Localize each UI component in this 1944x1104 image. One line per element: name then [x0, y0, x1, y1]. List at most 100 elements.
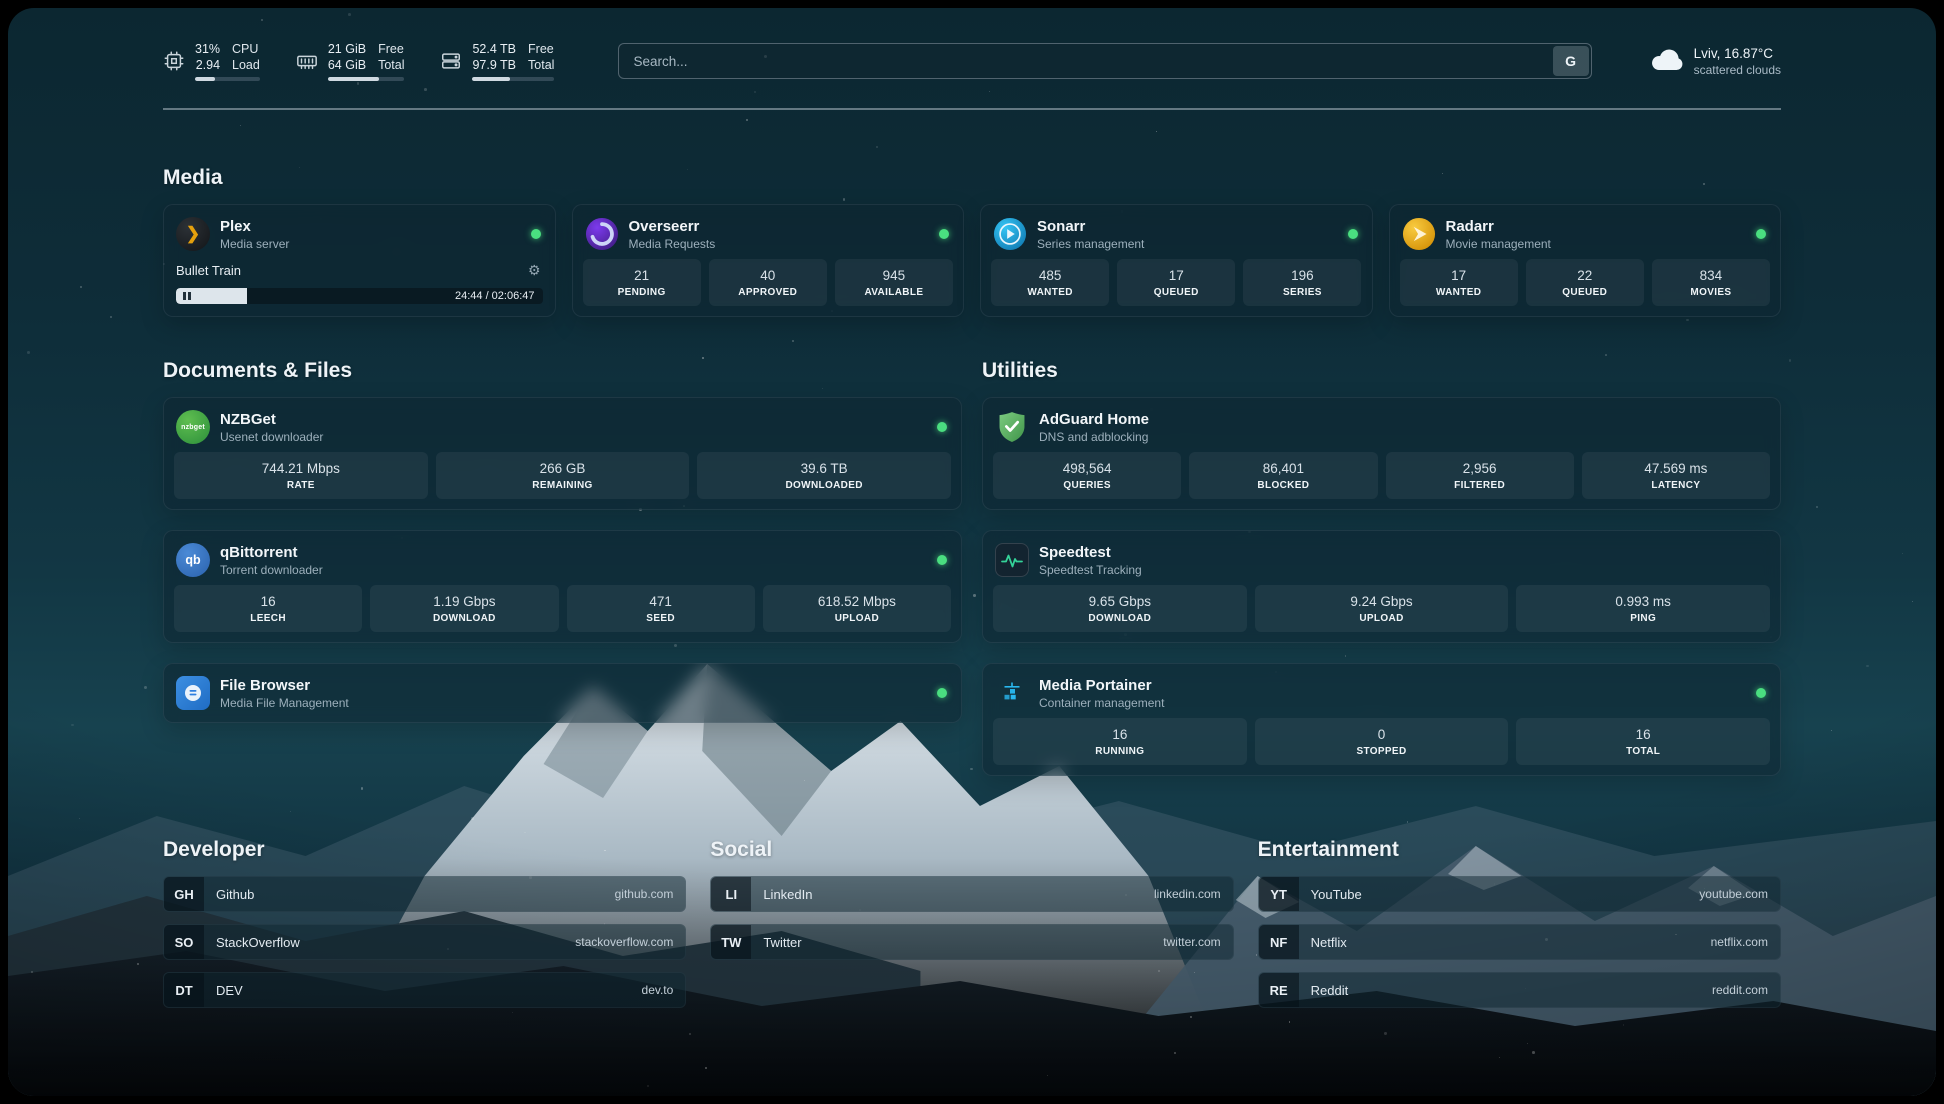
service-name: Media Portainer: [1039, 677, 1164, 694]
service-card-speedtest[interactable]: Speedtest Speedtest Tracking 9.65 GbpsDO…: [982, 530, 1781, 643]
bookmark-name: Netflix: [1311, 935, 1347, 950]
section-social: Social LI LinkedIn linkedin.com TW Twitt…: [710, 838, 1233, 1008]
service-subtitle: Media server: [220, 237, 289, 251]
disk-widget: 52.4 TB 97.9 TB Free Total: [440, 41, 554, 82]
search-provider-button[interactable]: G: [1553, 46, 1589, 76]
portainer-icon: [995, 676, 1029, 710]
dashboard: 31% 2.94 CPU Load: [8, 8, 1936, 1096]
bookmark-abbr: GH: [164, 877, 204, 911]
playback-time: 24:44 / 02:06:47: [455, 288, 535, 304]
status-dot: [937, 422, 947, 432]
service-name: Overseerr: [629, 218, 716, 235]
service-name: Plex: [220, 218, 289, 235]
section-title-media: Media: [163, 166, 1781, 190]
bookmark-linkedin[interactable]: LI LinkedIn linkedin.com: [710, 876, 1233, 912]
weather-widget: Lviv, 16.87°C scattered clouds: [1650, 46, 1781, 77]
status-dot: [1348, 229, 1358, 239]
service-subtitle: Media File Management: [220, 696, 349, 710]
filebrowser-icon: [176, 676, 210, 710]
service-card-portainer[interactable]: Media Portainer Container management 16R…: [982, 663, 1781, 776]
nzbget-icon: nzbget: [176, 410, 210, 444]
bookmark-netflix[interactable]: NF Netflix netflix.com: [1258, 924, 1781, 960]
cpu-progress-bar: [195, 77, 260, 81]
section-documents: Documents & Files nzbget NZBGet Usenet d…: [163, 359, 962, 723]
memory-widget: 21 GiB 64 GiB Free Total: [296, 41, 405, 82]
service-subtitle: Movie management: [1446, 237, 1551, 251]
bookmark-url: linkedin.com: [1154, 887, 1221, 901]
playback-progress-bar[interactable]: 24:44 / 02:06:47: [176, 288, 543, 304]
memory-total-value: 64 GiB: [328, 57, 366, 73]
sonarr-icon: [993, 217, 1027, 251]
section-developer: Developer GH Github github.com SO StackO…: [163, 838, 686, 1008]
disk-total-label: Total: [528, 57, 554, 73]
stat-box: 485WANTED: [991, 259, 1109, 306]
service-name: Sonarr: [1037, 218, 1144, 235]
search-input[interactable]: [618, 43, 1591, 79]
stat-box: 16LEECH: [174, 585, 362, 632]
status-dot: [1756, 688, 1766, 698]
service-card-sonarr[interactable]: Sonarr Series management 485WANTED 17QUE…: [980, 204, 1373, 317]
bookmark-name: DEV: [216, 983, 243, 998]
stat-box: 471SEED: [567, 585, 755, 632]
stat-box: 16TOTAL: [1516, 718, 1770, 765]
bookmark-abbr: SO: [164, 925, 204, 959]
bookmark-abbr: TW: [711, 925, 751, 959]
bookmark-abbr: LI: [711, 877, 751, 911]
service-card-adguard[interactable]: AdGuard Home DNS and adblocking 498,564Q…: [982, 397, 1781, 510]
bookmark-youtube[interactable]: YT YouTube youtube.com: [1258, 876, 1781, 912]
disk-free-value: 52.4 TB: [472, 41, 516, 57]
service-name: Radarr: [1446, 218, 1551, 235]
cpu-load-label: Load: [232, 57, 260, 73]
bookmark-name: Github: [216, 887, 254, 902]
settings-gear-icon[interactable]: ⚙: [528, 262, 541, 279]
stat-box: 9.65 GbpsDOWNLOAD: [993, 585, 1247, 632]
pause-icon[interactable]: [183, 292, 191, 300]
cpu-load-value: 2.94: [195, 57, 220, 73]
overseerr-icon: [585, 217, 619, 251]
bookmark-twitter[interactable]: TW Twitter twitter.com: [710, 924, 1233, 960]
stat-box: 196SERIES: [1243, 259, 1361, 306]
bookmark-name: Twitter: [763, 935, 801, 950]
disk-icon: [440, 50, 462, 72]
section-title-social: Social: [710, 838, 1233, 862]
stat-box: 744.21 MbpsRATE: [174, 452, 428, 499]
service-card-filebrowser[interactable]: File Browser Media File Management: [163, 663, 962, 723]
status-dot: [531, 229, 541, 239]
bookmark-abbr: NF: [1259, 925, 1299, 959]
stat-box: 945AVAILABLE: [835, 259, 953, 306]
bookmark-stackoverflow[interactable]: SO StackOverflow stackoverflow.com: [163, 924, 686, 960]
bookmark-name: StackOverflow: [216, 935, 300, 950]
cpu-usage-value: 31%: [195, 41, 220, 57]
stat-box: 16RUNNING: [993, 718, 1247, 765]
stat-box: 17WANTED: [1400, 259, 1518, 306]
service-subtitle: DNS and adblocking: [1039, 430, 1149, 444]
stat-box: 498,564QUERIES: [993, 452, 1181, 499]
stat-box: 2,956FILTERED: [1386, 452, 1574, 499]
service-name: NZBGet: [220, 411, 323, 428]
service-name: AdGuard Home: [1039, 411, 1149, 428]
disk-total-value: 97.9 TB: [472, 57, 516, 73]
service-name: File Browser: [220, 677, 349, 694]
stat-box: 86,401BLOCKED: [1189, 452, 1377, 499]
adguard-icon: [995, 410, 1029, 444]
service-card-plex[interactable]: ❯ Plex Media server Bullet Train ⚙: [163, 204, 556, 317]
service-card-overseerr[interactable]: Overseerr Media Requests 21PENDING 40APP…: [572, 204, 965, 317]
stat-box: 0.993 msPING: [1516, 585, 1770, 632]
service-subtitle: Speedtest Tracking: [1039, 563, 1142, 577]
stat-box: 618.52 MbpsUPLOAD: [763, 585, 951, 632]
bookmark-dev[interactable]: DT DEV dev.to: [163, 972, 686, 1008]
cpu-widget: 31% 2.94 CPU Load: [163, 41, 260, 82]
speedtest-icon: [995, 543, 1029, 577]
stat-box: 0STOPPED: [1255, 718, 1509, 765]
service-subtitle: Container management: [1039, 696, 1164, 710]
bookmark-url: stackoverflow.com: [575, 935, 673, 949]
bookmark-reddit[interactable]: RE Reddit reddit.com: [1258, 972, 1781, 1008]
bookmark-github[interactable]: GH Github github.com: [163, 876, 686, 912]
service-card-qbittorrent[interactable]: qb qBittorrent Torrent downloader 16LEEC…: [163, 530, 962, 643]
status-dot: [937, 555, 947, 565]
service-card-nzbget[interactable]: nzbget NZBGet Usenet downloader 744.21 M…: [163, 397, 962, 510]
service-subtitle: Torrent downloader: [220, 563, 323, 577]
stat-box: 22QUEUED: [1526, 259, 1644, 306]
service-card-radarr[interactable]: Radarr Movie management 17WANTED 22QUEUE…: [1389, 204, 1782, 317]
section-title-documents: Documents & Files: [163, 359, 962, 383]
